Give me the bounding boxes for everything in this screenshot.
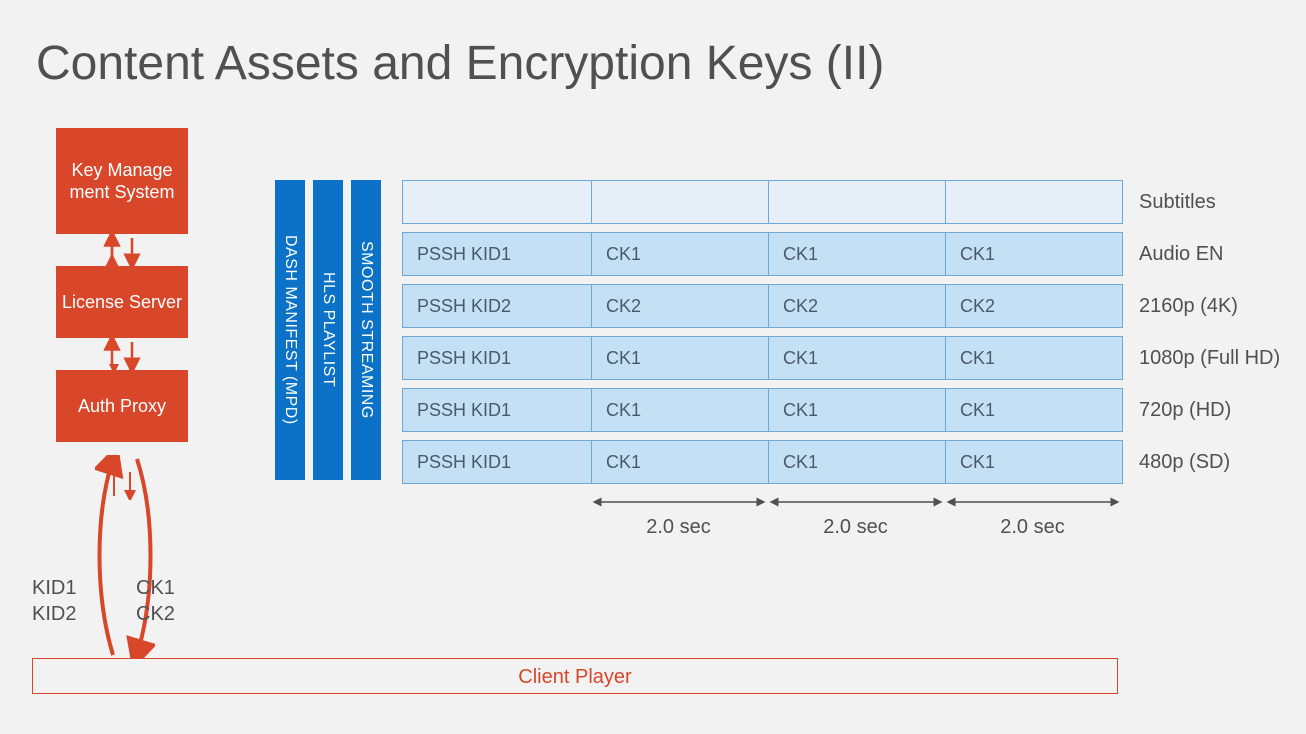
track-segment-cell: CK1 [591,440,769,484]
track-row: PSSH KID2CK2CK2CK22160p (4K) [402,284,1280,328]
track-segment-cell: CK2 [591,284,769,328]
double-arrow-icon [768,494,944,510]
track-header-cell: PSSH KID1 [402,336,592,380]
kid-labels: KID1 KID2 [32,575,76,627]
kms-label: Key Manage ment System [69,159,174,204]
double-arrow-icon [591,494,767,510]
client-player-box: Client Player [32,658,1118,694]
segment-duration-label: 2.0 sec [646,516,710,539]
auth-proxy-label: Auth Proxy [78,395,166,418]
track-segment-cell: CK1 [945,336,1123,380]
track-segment-cell: CK1 [945,232,1123,276]
segment-duration-label: 2.0 sec [1000,516,1064,539]
track-segment-cell: CK1 [591,388,769,432]
track-label: Audio EN [1139,243,1224,266]
manifest-dash: DASH MANIFEST (MPD) [275,180,305,480]
track-segment-cell [768,180,946,224]
track-segment-cell: CK1 [591,336,769,380]
track-segment-cell [591,180,769,224]
track-header-cell [402,180,592,224]
segment-duration-3: 2.0 sec [944,494,1121,539]
track-label: 1080p (Full HD) [1139,347,1280,370]
track-segment-cell: CK1 [945,388,1123,432]
track-segment-cell: CK1 [768,388,946,432]
arrows-kms-license [100,234,144,266]
segment-duration-2: 2.0 sec [767,494,944,539]
license-server-box: License Server [56,266,188,338]
manifest-smooth: SMOOTH STREAMING [351,180,381,480]
curved-arrows-auth-client [95,455,155,659]
track-segment-cell: CK2 [768,284,946,328]
track-row: Subtitles [402,180,1280,224]
slide-title: Content Assets and Encryption Keys (II) [36,36,884,91]
manifest-hls: HLS PLAYLIST [313,180,343,480]
track-header-cell: PSSH KID1 [402,388,592,432]
segment-duration-1: 2.0 sec [590,494,767,539]
track-header-cell: PSSH KID1 [402,232,592,276]
track-row: PSSH KID1CK1CK1CK11080p (Full HD) [402,336,1280,380]
tracks-grid: SubtitlesPSSH KID1CK1CK1CK1Audio ENPSSH … [402,180,1280,492]
track-row: PSSH KID1CK1CK1CK1Audio EN [402,232,1280,276]
track-segment-cell: CK1 [945,440,1123,484]
track-segment-cell: CK1 [768,336,946,380]
track-label: 2160p (4K) [1139,295,1238,318]
track-row: PSSH KID1CK1CK1CK1480p (SD) [402,440,1280,484]
segment-duration-label: 2.0 sec [823,516,887,539]
track-header-cell: PSSH KID2 [402,284,592,328]
track-label: Subtitles [1139,191,1216,214]
arrows-license-auth [100,338,144,370]
segment-duration-row: 2.0 sec 2.0 sec 2.0 sec [590,494,1121,539]
track-label: 480p (SD) [1139,451,1230,474]
manifest-bars: DASH MANIFEST (MPD) HLS PLAYLIST SMOOTH … [275,180,381,480]
track-segment-cell: CK1 [768,232,946,276]
drm-stack: Key Manage ment System License Server Au… [56,128,188,442]
key-management-system-box: Key Manage ment System [56,128,188,234]
license-server-label: License Server [62,291,182,314]
ck-labels: CK1 CK2 [136,575,175,627]
track-segment-cell [945,180,1123,224]
track-segment-cell: CK1 [768,440,946,484]
track-segment-cell: CK1 [591,232,769,276]
track-segment-cell: CK2 [945,284,1123,328]
track-header-cell: PSSH KID1 [402,440,592,484]
track-row: PSSH KID1CK1CK1CK1720p (HD) [402,388,1280,432]
double-arrow-icon [945,494,1121,510]
track-label: 720p (HD) [1139,399,1231,422]
